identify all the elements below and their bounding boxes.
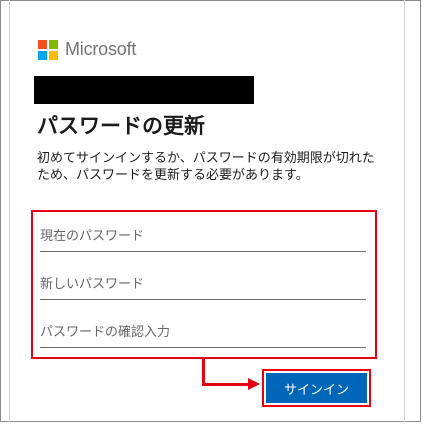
logo-square-blue: [38, 50, 47, 60]
page-title: パスワードの更新: [37, 114, 205, 138]
highlight-connector-line: [202, 359, 205, 386]
microsoft-grid-icon: [38, 39, 58, 60]
redacted-account-name: [34, 76, 254, 104]
page-description: 初めてサインインするか、パスワードの有効期限が切れたため、パスワードを更新する必…: [37, 151, 375, 183]
logo-square-red: [38, 39, 47, 49]
logo-square-green: [49, 39, 58, 49]
arrow-right-icon: [248, 378, 260, 390]
logo-square-yellow: [49, 50, 58, 60]
microsoft-logo: Microsoft: [38, 39, 136, 60]
sign-in-button[interactable]: サインイン: [266, 373, 367, 403]
highlight-connector-line-horizontal: [202, 383, 250, 386]
fields-highlight-box: [31, 210, 377, 359]
brand-name: Microsoft: [65, 39, 137, 59]
